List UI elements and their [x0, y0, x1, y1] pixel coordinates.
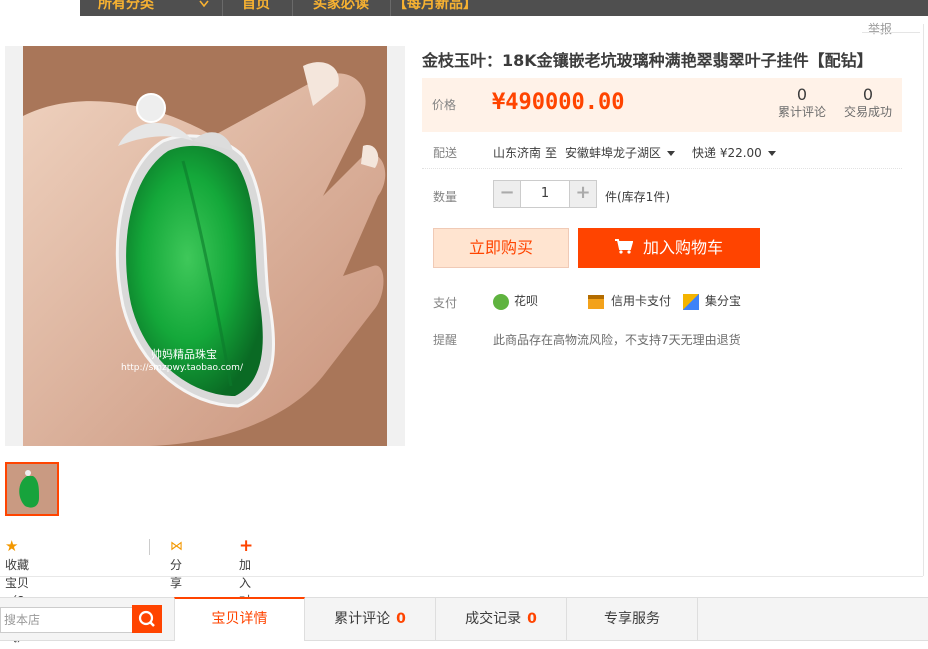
- tab-transactions-count: 0: [527, 611, 537, 627]
- huabei-icon: [493, 293, 509, 310]
- quantity-input[interactable]: 1: [521, 180, 569, 208]
- share-label: 分享: [170, 558, 183, 590]
- nav-all-categories-label: 所有分类: [98, 0, 154, 12]
- quantity-label: 数量: [433, 190, 458, 204]
- price-box: 价格 ¥490000.00 0 累计评论 0 交易成功: [422, 78, 902, 132]
- tab-item-details[interactable]: 宝贝详情: [174, 597, 305, 641]
- nav-divider: [390, 0, 391, 16]
- price-label: 价格: [432, 98, 457, 112]
- stat-reviews-label: 累计评论: [777, 105, 826, 119]
- shipping-select[interactable]: 快递 ¥22.00: [692, 144, 776, 161]
- tab-reviews[interactable]: 累计评论 0: [305, 597, 436, 641]
- divider: [923, 24, 924, 576]
- buy-now-button[interactable]: 立即购买: [433, 228, 569, 268]
- stat-transactions-number: 0: [862, 85, 874, 104]
- stat-reviews[interactable]: 0 累计评论: [772, 86, 832, 120]
- nav-divider: [222, 0, 223, 16]
- shipping-fee: 快递 ¥22.00: [692, 146, 762, 160]
- payment-credit-card: 信用卡支付: [588, 292, 671, 309]
- tab-reviews-label: 累计评论: [334, 611, 391, 627]
- thumbnail-1[interactable]: [5, 462, 59, 516]
- payment-huabei: 花呗: [493, 292, 538, 310]
- divider: [862, 32, 920, 33]
- price-value: ¥490000.00: [492, 90, 625, 115]
- stat-reviews-number: 0: [796, 85, 808, 104]
- nav-all-categories[interactable]: 所有分类: [98, 0, 209, 16]
- stat-transactions-label: 交易成功: [843, 105, 892, 119]
- main-image-frame: 帅妈精品珠宝 http://smzpwy.taobao.com/: [5, 46, 405, 446]
- search-button[interactable]: [132, 605, 162, 633]
- share-button[interactable]: ⋈ 分享: [170, 537, 183, 590]
- caret-down-icon: [767, 151, 776, 156]
- product-photo[interactable]: 帅妈精品珠宝 http://smzpwy.taobao.com/: [23, 46, 387, 446]
- payment-label: 支付: [433, 296, 458, 310]
- thumbnail-image: [7, 464, 57, 514]
- stock-text: 件(库存1件): [605, 190, 670, 204]
- notice-label: 提醒: [433, 333, 458, 347]
- share-icon: ⋈: [170, 539, 183, 554]
- divider: [422, 168, 902, 169]
- payment-jifenbao-label: 集分宝: [705, 294, 742, 308]
- plus-icon: +: [239, 536, 254, 556]
- payment-jifenbao: 集分宝: [683, 292, 741, 310]
- watermark-url: http://smzpwy.taobao.com/: [121, 363, 244, 373]
- product-title: 金枝玉叶：18K金镶嵌老坑玻璃种满艳翠翡翠叶子挂件【配钻】: [422, 51, 873, 70]
- notice-text: 此商品存在高物流风险，不支持7天无理由退货: [493, 333, 741, 347]
- add-to-cart-button[interactable]: 加入购物车: [578, 228, 760, 268]
- divider: [149, 539, 150, 555]
- star-icon: ★: [5, 537, 19, 555]
- nav-divider: [292, 0, 293, 16]
- add-to-cart-label: 加入购物车: [642, 238, 723, 257]
- delivery-from: 山东济南: [493, 146, 542, 160]
- divider: [0, 576, 923, 577]
- nav-monthly-new[interactable]: 【每月新品】: [393, 0, 477, 16]
- report-link[interactable]: 举报: [868, 20, 892, 37]
- compare-button[interactable]: + 加入对比: [239, 536, 254, 626]
- watermark-text: 帅妈精品珠宝: [151, 347, 217, 361]
- decrease-button[interactable]: −: [493, 180, 521, 208]
- delivery-destination-select[interactable]: 安徽蚌埠龙子湖区: [565, 144, 676, 161]
- jade-pendant-image: 帅妈精品珠宝 http://smzpwy.taobao.com/: [23, 46, 387, 446]
- caret-down-icon: [667, 151, 676, 156]
- delivery-label: 配送: [433, 146, 458, 160]
- tab-reviews-count: 0: [396, 611, 406, 627]
- jifenbao-icon: [683, 293, 699, 310]
- chevron-down-icon: [199, 0, 209, 13]
- payment-credit-card-label: 信用卡支付: [611, 294, 672, 308]
- shop-search-input[interactable]: 搜本店: [0, 607, 133, 633]
- delivery-destination: 安徽蚌埠龙子湖区: [565, 146, 662, 160]
- top-nav-bar: 所有分类 首页 买家必读 【每月新品】: [80, 0, 928, 16]
- tab-transactions[interactable]: 成交记录 0: [436, 597, 567, 641]
- nav-home[interactable]: 首页: [242, 0, 270, 16]
- payment-huabei-label: 花呗: [514, 294, 539, 308]
- delivery-to-word: 至: [545, 146, 558, 160]
- tab-exclusive-service[interactable]: 专享服务: [567, 597, 698, 641]
- tab-transactions-label: 成交记录: [465, 611, 522, 627]
- stat-transactions[interactable]: 0 交易成功: [838, 86, 898, 120]
- credit-card-icon: [588, 294, 604, 309]
- cart-icon: [614, 229, 634, 269]
- increase-button[interactable]: +: [569, 180, 597, 208]
- nav-buyer-guide[interactable]: 买家必读: [313, 0, 369, 16]
- favorite-button[interactable]: ★ 收藏宝贝（8人气）: [5, 537, 29, 644]
- search-icon: [138, 610, 155, 627]
